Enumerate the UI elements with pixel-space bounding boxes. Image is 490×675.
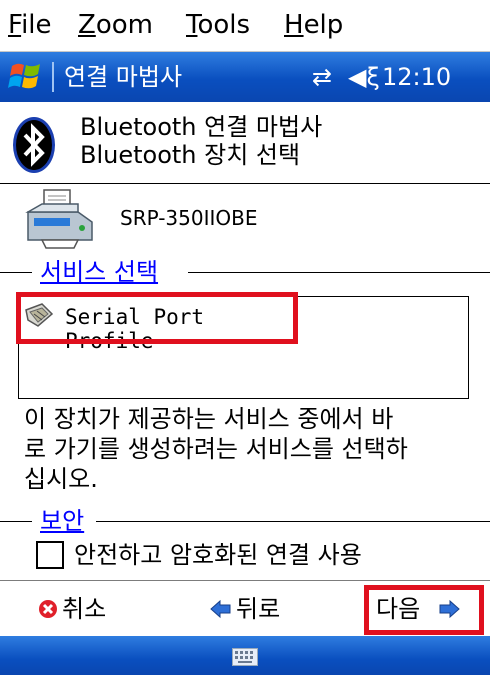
volume-icon[interactable]: ◀ξ xyxy=(348,63,380,91)
description-line-3: 십시오. xyxy=(24,465,98,493)
windows-start-icon[interactable] xyxy=(8,60,44,94)
connectivity-icon[interactable]: ⇄ xyxy=(312,63,332,91)
printer-icon xyxy=(25,189,93,249)
description-line-1: 이 장치가 제공하는 서비스 중에서 바 xyxy=(24,405,394,433)
description-line-2: 로 가기를 생성하려는 서비스를 선택하 xyxy=(24,435,408,463)
title-separator xyxy=(52,62,54,92)
menu-help[interactable]: Help xyxy=(284,10,343,40)
window-title: 연결 마법사 xyxy=(64,63,183,91)
highlight-serial-port xyxy=(16,292,298,344)
secure-connection-label[interactable]: 안전하고 암호화된 연결 사용 xyxy=(74,540,362,570)
menu-zoom[interactable]: Zoom xyxy=(78,10,153,40)
service-group-label: 서비스 선택 xyxy=(40,258,159,286)
wizard-subtitle: Bluetooth 장치 선택 xyxy=(80,141,301,169)
menu-tools[interactable]: Tools xyxy=(186,10,250,40)
bluetooth-icon xyxy=(13,117,55,173)
security-group-line-right xyxy=(96,521,490,522)
wizard-header: Bluetooth 연결 마법사 Bluetooth 장치 선택 xyxy=(0,102,490,184)
keyboard-icon[interactable] xyxy=(232,648,258,666)
secure-connection-checkbox[interactable] xyxy=(36,541,64,569)
title-bar: 연결 마법사 ⇄ ◀ξ 12:10 xyxy=(0,52,490,102)
wizard-title: Bluetooth 연결 마법사 xyxy=(80,113,323,141)
cancel-icon xyxy=(39,600,57,618)
menu-bar: File Zoom Tools Help xyxy=(0,0,490,52)
cancel-button[interactable]: 취소 xyxy=(62,595,106,623)
back-button[interactable]: 뒤로 xyxy=(236,595,280,623)
bottom-bar xyxy=(0,636,490,675)
clock[interactable]: 12:10 xyxy=(382,63,451,91)
menu-file[interactable]: File xyxy=(8,10,52,40)
security-group-label: 보안 xyxy=(40,507,85,535)
device-name: SRP-350IIOBE xyxy=(120,206,258,230)
highlight-next-button xyxy=(364,585,484,635)
security-group-line-left xyxy=(0,521,32,522)
service-group-line-left xyxy=(0,272,32,273)
back-arrow-icon xyxy=(210,599,231,619)
service-group-line-right xyxy=(188,272,490,273)
